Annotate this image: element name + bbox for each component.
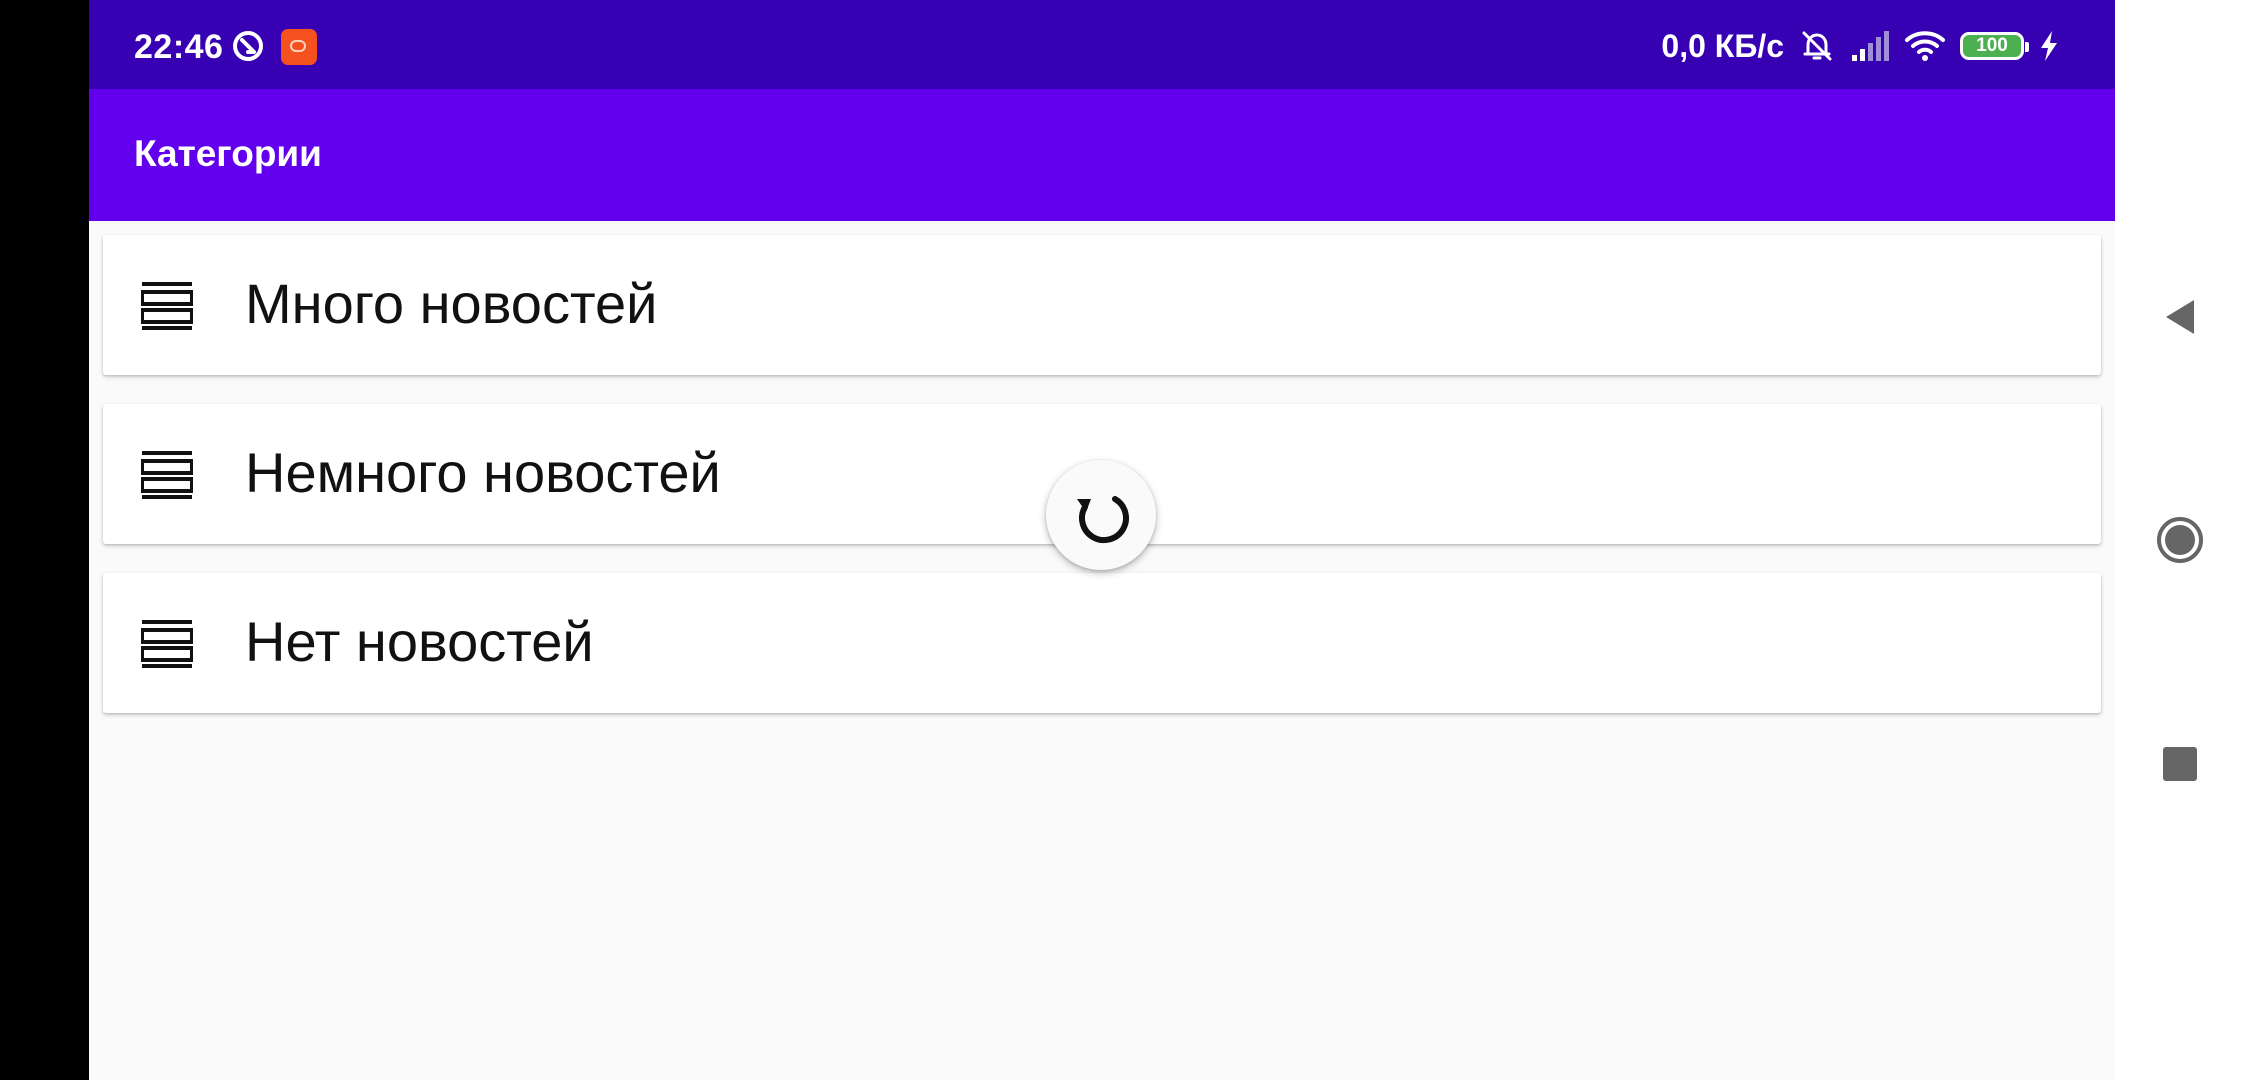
category-label: Немного новостей — [245, 441, 721, 504]
category-label: Нет новостей — [245, 610, 594, 673]
page-title: Категории — [134, 133, 322, 174]
category-item[interactable]: Много новостей — [103, 235, 2101, 375]
charging-icon — [2041, 31, 2057, 61]
recents-icon[interactable] — [2163, 747, 2197, 781]
category-item[interactable]: Нет новостей — [103, 573, 2101, 713]
app-screen: 22:46 0,0 КБ/с 100 Категории Много новос… — [89, 0, 2115, 1080]
category-label: Много новостей — [245, 272, 658, 335]
back-icon[interactable] — [2160, 297, 2200, 337]
refresh-icon — [1077, 496, 1130, 544]
battery-level: 100 — [1976, 35, 2008, 56]
app-notification-icon — [281, 29, 317, 65]
list-icon — [141, 620, 193, 668]
signal-icon — [1852, 31, 1889, 61]
status-time: 22:46 — [134, 28, 224, 66]
list-icon — [141, 282, 193, 330]
dnd-icon — [233, 31, 263, 61]
net-speed: 0,0 КБ/с — [1661, 27, 1784, 64]
muted-bell-icon — [1802, 31, 1832, 61]
status-bar: 22:46 0,0 КБ/с 100 — [89, 0, 2115, 89]
wifi-icon — [1905, 31, 1945, 61]
battery-icon: 100 — [1960, 32, 2029, 60]
list-icon — [141, 451, 193, 499]
status-indicators: 0,0 КБ/с 100 — [1661, 26, 2060, 66]
refresh-indicator — [1046, 460, 1156, 570]
home-icon[interactable] — [2156, 516, 2204, 564]
app-bar: Категории — [89, 89, 2115, 221]
navigation-bar — [2115, 0, 2246, 1080]
